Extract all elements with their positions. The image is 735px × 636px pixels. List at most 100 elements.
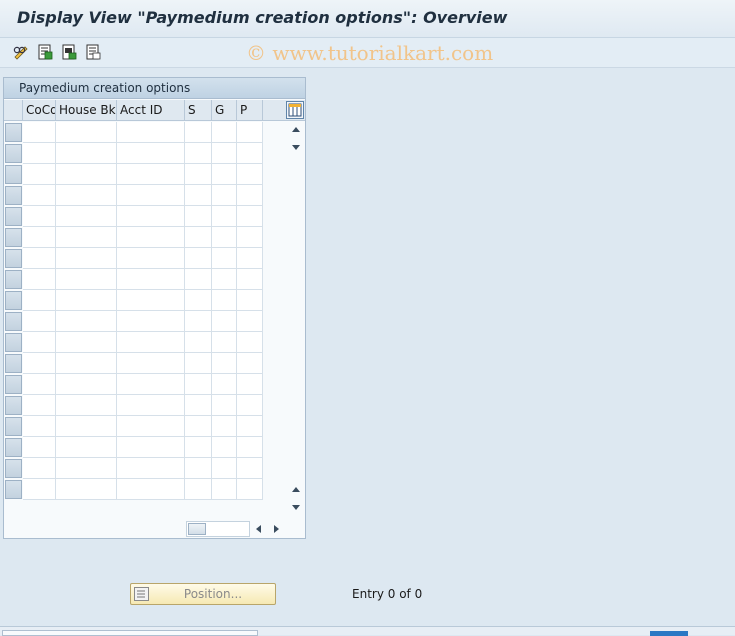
cell-g[interactable]	[212, 290, 237, 311]
page-up-icon[interactable]	[292, 487, 300, 492]
cell-acct-id[interactable]	[117, 290, 185, 311]
cell-s[interactable]	[185, 143, 212, 164]
cell-house-bank[interactable]	[56, 458, 117, 479]
select-all-icon[interactable]	[36, 43, 54, 61]
horizontal-scrollbar[interactable]	[186, 521, 286, 537]
cell-p[interactable]	[237, 374, 263, 395]
cell-s[interactable]	[185, 374, 212, 395]
cell-p[interactable]	[237, 269, 263, 290]
cell-house-bank[interactable]	[56, 353, 117, 374]
row-selector[interactable]	[5, 480, 22, 499]
display-change-icon[interactable]	[12, 43, 30, 61]
cell-acct-id[interactable]	[117, 122, 185, 143]
column-header-cocd[interactable]: CoCd	[23, 100, 56, 121]
cell-p[interactable]	[237, 248, 263, 269]
cell-cocd[interactable]	[23, 248, 56, 269]
cell-s[interactable]	[185, 122, 212, 143]
cell-cocd[interactable]	[23, 437, 56, 458]
row-selector[interactable]	[5, 459, 22, 478]
cell-cocd[interactable]	[23, 269, 56, 290]
cell-acct-id[interactable]	[117, 248, 185, 269]
cell-house-bank[interactable]	[56, 311, 117, 332]
cell-g[interactable]	[212, 206, 237, 227]
cell-s[interactable]	[185, 248, 212, 269]
cell-cocd[interactable]	[23, 122, 56, 143]
cell-p[interactable]	[237, 122, 263, 143]
column-header-s[interactable]: S	[185, 100, 212, 121]
row-selector[interactable]	[5, 333, 22, 352]
cell-s[interactable]	[185, 311, 212, 332]
cell-g[interactable]	[212, 122, 237, 143]
row-selector[interactable]	[5, 123, 22, 142]
select-all-rows-corner[interactable]	[4, 100, 23, 121]
row-selector[interactable]	[5, 354, 22, 373]
cell-acct-id[interactable]	[117, 416, 185, 437]
cell-acct-id[interactable]	[117, 143, 185, 164]
cell-s[interactable]	[185, 458, 212, 479]
cell-house-bank[interactable]	[56, 206, 117, 227]
cell-p[interactable]	[237, 164, 263, 185]
cell-acct-id[interactable]	[117, 269, 185, 290]
table-settings-icon[interactable]	[286, 101, 304, 119]
cell-house-bank[interactable]	[56, 185, 117, 206]
cell-s[interactable]	[185, 437, 212, 458]
cell-acct-id[interactable]	[117, 479, 185, 500]
cell-s[interactable]	[185, 269, 212, 290]
cell-g[interactable]	[212, 437, 237, 458]
cell-acct-id[interactable]	[117, 353, 185, 374]
cell-house-bank[interactable]	[56, 416, 117, 437]
cell-cocd[interactable]	[23, 206, 56, 227]
cell-cocd[interactable]	[23, 458, 56, 479]
row-selector[interactable]	[5, 375, 22, 394]
cell-cocd[interactable]	[23, 311, 56, 332]
cell-cocd[interactable]	[23, 479, 56, 500]
cell-p[interactable]	[237, 227, 263, 248]
cell-acct-id[interactable]	[117, 185, 185, 206]
cell-cocd[interactable]	[23, 290, 56, 311]
cell-s[interactable]	[185, 164, 212, 185]
cell-p[interactable]	[237, 395, 263, 416]
row-selector[interactable]	[5, 186, 22, 205]
cell-p[interactable]	[237, 143, 263, 164]
cell-house-bank[interactable]	[56, 164, 117, 185]
cell-g[interactable]	[212, 311, 237, 332]
cell-house-bank[interactable]	[56, 143, 117, 164]
cell-s[interactable]	[185, 227, 212, 248]
cell-p[interactable]	[237, 332, 263, 353]
row-selector[interactable]	[5, 291, 22, 310]
cell-g[interactable]	[212, 269, 237, 290]
cell-p[interactable]	[237, 458, 263, 479]
cell-acct-id[interactable]	[117, 311, 185, 332]
cell-g[interactable]	[212, 458, 237, 479]
cell-house-bank[interactable]	[56, 479, 117, 500]
cell-house-bank[interactable]	[56, 269, 117, 290]
cell-cocd[interactable]	[23, 227, 56, 248]
cell-p[interactable]	[237, 185, 263, 206]
cell-g[interactable]	[212, 248, 237, 269]
position-button[interactable]: Position...	[130, 583, 276, 605]
row-selector[interactable]	[5, 438, 22, 457]
cell-house-bank[interactable]	[56, 332, 117, 353]
scroll-down-icon[interactable]	[292, 505, 300, 510]
cell-house-bank[interactable]	[56, 374, 117, 395]
cell-s[interactable]	[185, 479, 212, 500]
cell-p[interactable]	[237, 206, 263, 227]
row-selector[interactable]	[5, 312, 22, 331]
cell-cocd[interactable]	[23, 395, 56, 416]
cell-s[interactable]	[185, 290, 212, 311]
cell-s[interactable]	[185, 416, 212, 437]
column-header-p[interactable]: P	[237, 100, 263, 121]
cell-house-bank[interactable]	[56, 437, 117, 458]
select-block-icon[interactable]	[60, 43, 78, 61]
row-selector[interactable]	[5, 207, 22, 226]
cell-cocd[interactable]	[23, 416, 56, 437]
cell-cocd[interactable]	[23, 143, 56, 164]
cell-acct-id[interactable]	[117, 458, 185, 479]
cell-g[interactable]	[212, 374, 237, 395]
cell-acct-id[interactable]	[117, 332, 185, 353]
horizontal-scroll-track[interactable]	[186, 521, 250, 537]
cell-s[interactable]	[185, 206, 212, 227]
cell-g[interactable]	[212, 164, 237, 185]
cell-cocd[interactable]	[23, 185, 56, 206]
cell-g[interactable]	[212, 353, 237, 374]
